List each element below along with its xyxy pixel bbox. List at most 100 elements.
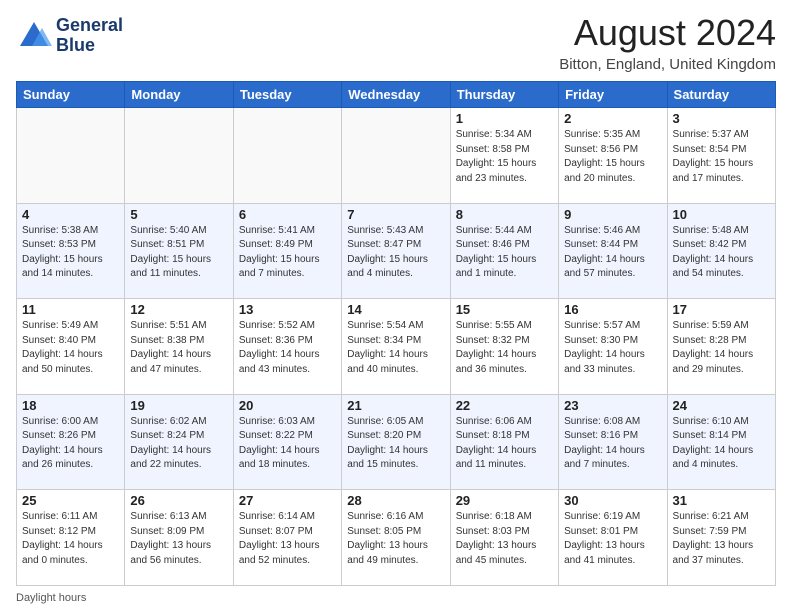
day-info: Sunrise: 6:03 AM Sunset: 8:22 PM Dayligh… [239, 415, 336, 473]
calendar-cell: 13Sunrise: 5:52 AM Sunset: 8:36 PM Dayli… [233, 299, 341, 395]
calendar-cell: 1 Sunrise: 5:34 AM Sunset: 8:58 PM Daylig… [450, 108, 558, 204]
day-info: Sunrise: 5:49 AM Sunset: 8:40 PM Dayligh… [22, 319, 119, 377]
day-info: Sunrise: 5:51 AM Sunset: 8:38 PM Dayligh… [130, 319, 227, 377]
day-info: Sunrise: 6:16 AM Sunset: 8:05 PM Dayligh… [347, 510, 444, 568]
calendar-cell [233, 108, 341, 204]
day-info: Sunrise: 6:11 AM Sunset: 8:12 PM Dayligh… [22, 510, 119, 568]
calendar-cell [125, 108, 233, 204]
day-number: 30 [564, 493, 661, 508]
calendar-cell: 3Sunrise: 5:37 AM Sunset: 8:54 PM Daylig… [667, 108, 775, 204]
calendar-week-2: 4 Sunrise: 5:38 AM Sunset: 8:53 PM Daylig… [17, 203, 776, 299]
calendar-cell: 21Sunrise: 6:05 AM Sunset: 8:20 PM Dayli… [342, 394, 450, 490]
day-info: Sunrise: 6:19 AM Sunset: 8:01 PM Dayligh… [564, 510, 661, 568]
col-wednesday: Wednesday [342, 82, 450, 108]
calendar-cell: 24Sunrise: 6:10 AM Sunset: 8:14 PM Dayli… [667, 394, 775, 490]
calendar-cell: 10 Sunrise: 5:48 AM Sunset: 8:42 PM Dayli… [667, 203, 775, 299]
calendar-week-4: 18 Sunrise: 6:00 AM Sunset: 8:26 PM Dayli… [17, 394, 776, 490]
calendar-cell: 25Sunrise: 6:11 AM Sunset: 8:12 PM Dayli… [17, 490, 125, 586]
col-thursday: Thursday [450, 82, 558, 108]
day-number: 2 [564, 111, 661, 126]
day-number: 5 [130, 207, 227, 222]
daylight-label: Daylight hours [16, 592, 86, 604]
calendar-cell: 15Sunrise: 5:55 AM Sunset: 8:32 PM Dayli… [450, 299, 558, 395]
day-number: 13 [239, 302, 336, 317]
day-info: Sunrise: 5:35 AM Sunset: 8:56 PM Dayligh… [564, 128, 661, 186]
month-year: August 2024 [559, 12, 776, 54]
logo-text-line2: Blue [56, 36, 123, 56]
calendar-cell: 7Sunrise: 5:43 AM Sunset: 8:47 PM Daylig… [342, 203, 450, 299]
day-number: 9 [564, 207, 661, 222]
day-number: 19 [130, 398, 227, 413]
day-number: 26 [130, 493, 227, 508]
day-info: Sunrise: 5:57 AM Sunset: 8:30 PM Dayligh… [564, 319, 661, 377]
calendar-cell: 29Sunrise: 6:18 AM Sunset: 8:03 PM Dayli… [450, 490, 558, 586]
day-number: 10 [673, 207, 770, 222]
day-number: 6 [239, 207, 336, 222]
day-number: 16 [564, 302, 661, 317]
day-number: 24 [673, 398, 770, 413]
day-info: Sunrise: 6:14 AM Sunset: 8:07 PM Dayligh… [239, 510, 336, 568]
day-number: 4 [22, 207, 119, 222]
day-info: Sunrise: 5:44 AM Sunset: 8:46 PM Dayligh… [456, 224, 553, 282]
calendar-cell: 8 Sunrise: 5:44 AM Sunset: 8:46 PM Daylig… [450, 203, 558, 299]
calendar-cell: 6 Sunrise: 5:41 AM Sunset: 8:49 PM Daylig… [233, 203, 341, 299]
day-info: Sunrise: 6:00 AM Sunset: 8:26 PM Dayligh… [22, 415, 119, 473]
calendar-cell: 14Sunrise: 5:54 AM Sunset: 8:34 PM Dayli… [342, 299, 450, 395]
day-number: 7 [347, 207, 444, 222]
header-row: Sunday Monday Tuesday Wednesday Thursday… [17, 82, 776, 108]
calendar-cell: 19 Sunrise: 6:02 AM Sunset: 8:24 PM Dayli… [125, 394, 233, 490]
col-sunday: Sunday [17, 82, 125, 108]
day-info: Sunrise: 6:08 AM Sunset: 8:16 PM Dayligh… [564, 415, 661, 473]
calendar-cell: 11 Sunrise: 5:49 AM Sunset: 8:40 PM Dayli… [17, 299, 125, 395]
day-number: 14 [347, 302, 444, 317]
day-info: Sunrise: 6:13 AM Sunset: 8:09 PM Dayligh… [130, 510, 227, 568]
day-info: Sunrise: 5:55 AM Sunset: 8:32 PM Dayligh… [456, 319, 553, 377]
calendar-cell: 22 Sunrise: 6:06 AM Sunset: 8:18 PM Dayli… [450, 394, 558, 490]
day-info: Sunrise: 6:18 AM Sunset: 8:03 PM Dayligh… [456, 510, 553, 568]
calendar-cell: 23Sunrise: 6:08 AM Sunset: 8:16 PM Dayli… [559, 394, 667, 490]
day-info: Sunrise: 6:02 AM Sunset: 8:24 PM Dayligh… [130, 415, 227, 473]
day-info: Sunrise: 5:40 AM Sunset: 8:51 PM Dayligh… [130, 224, 227, 282]
calendar-cell: 2 Sunrise: 5:35 AM Sunset: 8:56 PM Daylig… [559, 108, 667, 204]
calendar-header: Sunday Monday Tuesday Wednesday Thursday… [17, 82, 776, 108]
day-info: Sunrise: 5:41 AM Sunset: 8:49 PM Dayligh… [239, 224, 336, 282]
calendar-week-3: 11 Sunrise: 5:49 AM Sunset: 8:40 PM Dayli… [17, 299, 776, 395]
logo-text-line1: General [56, 16, 123, 36]
col-monday: Monday [125, 82, 233, 108]
day-number: 1 [456, 111, 553, 126]
day-info: Sunrise: 5:38 AM Sunset: 8:53 PM Dayligh… [22, 224, 119, 282]
col-saturday: Saturday [667, 82, 775, 108]
day-info: Sunrise: 5:46 AM Sunset: 8:44 PM Dayligh… [564, 224, 661, 282]
calendar-cell: 27Sunrise: 6:14 AM Sunset: 8:07 PM Dayli… [233, 490, 341, 586]
day-number: 22 [456, 398, 553, 413]
calendar-cell [17, 108, 125, 204]
logo-icon [16, 18, 52, 54]
calendar-cell: 4 Sunrise: 5:38 AM Sunset: 8:53 PM Daylig… [17, 203, 125, 299]
calendar-cell: 16 Sunrise: 5:57 AM Sunset: 8:30 PM Dayli… [559, 299, 667, 395]
day-info: Sunrise: 6:06 AM Sunset: 8:18 PM Dayligh… [456, 415, 553, 473]
day-number: 8 [456, 207, 553, 222]
day-info: Sunrise: 5:34 AM Sunset: 8:58 PM Dayligh… [456, 128, 553, 186]
calendar-cell: 20Sunrise: 6:03 AM Sunset: 8:22 PM Dayli… [233, 394, 341, 490]
location: Bitton, England, United Kingdom [559, 56, 776, 73]
calendar-cell: 30 Sunrise: 6:19 AM Sunset: 8:01 PM Dayli… [559, 490, 667, 586]
col-friday: Friday [559, 82, 667, 108]
day-number: 21 [347, 398, 444, 413]
calendar-week-5: 25Sunrise: 6:11 AM Sunset: 8:12 PM Dayli… [17, 490, 776, 586]
day-info: Sunrise: 5:37 AM Sunset: 8:54 PM Dayligh… [673, 128, 770, 186]
day-number: 31 [673, 493, 770, 508]
calendar-cell: 28Sunrise: 6:16 AM Sunset: 8:05 PM Dayli… [342, 490, 450, 586]
day-number: 12 [130, 302, 227, 317]
calendar-cell: 5 Sunrise: 5:40 AM Sunset: 8:51 PM Daylig… [125, 203, 233, 299]
day-number: 11 [22, 302, 119, 317]
day-number: 18 [22, 398, 119, 413]
day-number: 17 [673, 302, 770, 317]
calendar-cell: 9 Sunrise: 5:46 AM Sunset: 8:44 PM Daylig… [559, 203, 667, 299]
day-info: Sunrise: 5:48 AM Sunset: 8:42 PM Dayligh… [673, 224, 770, 282]
col-tuesday: Tuesday [233, 82, 341, 108]
calendar-cell: 26 Sunrise: 6:13 AM Sunset: 8:09 PM Dayli… [125, 490, 233, 586]
day-info: Sunrise: 5:59 AM Sunset: 8:28 PM Dayligh… [673, 319, 770, 377]
calendar-body: 1 Sunrise: 5:34 AM Sunset: 8:58 PM Daylig… [17, 108, 776, 586]
calendar-week-1: 1 Sunrise: 5:34 AM Sunset: 8:58 PM Daylig… [17, 108, 776, 204]
calendar-cell [342, 108, 450, 204]
